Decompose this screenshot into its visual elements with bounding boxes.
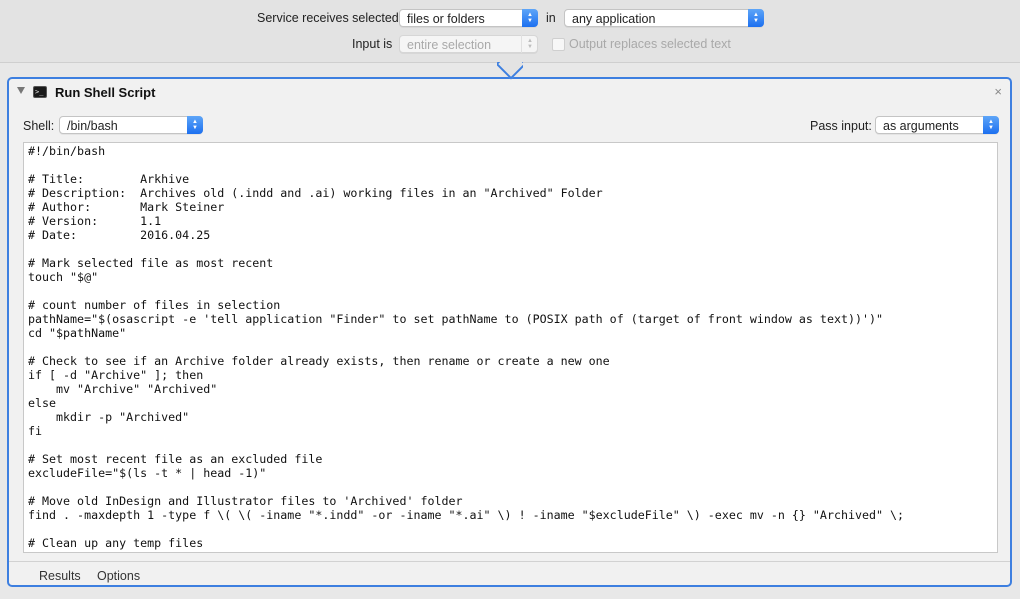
receives-label: Service receives selected <box>257 11 399 25</box>
script-text[interactable]: #!/bin/bash # Title: Arkhive # Descripti… <box>24 143 997 552</box>
shell-value: /bin/bash <box>67 119 118 133</box>
receives-type-value: files or folders <box>407 12 485 26</box>
pass-input-label: Pass input: <box>810 119 872 133</box>
receives-type-popup[interactable]: files or folders ▲ ▼ <box>399 9 538 27</box>
application-value: any application <box>572 12 656 26</box>
output-replaces-checkbox[interactable] <box>552 38 565 51</box>
popup-arrows-icon: ▲ ▼ <box>983 116 999 134</box>
results-button[interactable]: Results <box>39 569 81 583</box>
in-label: in <box>546 11 556 25</box>
popup-arrows-icon: ▲ ▼ <box>187 116 203 134</box>
options-button[interactable]: Options <box>97 569 140 583</box>
input-is-popup[interactable]: entire selection ▲ ▼ <box>399 35 538 53</box>
triangle-down-icon[interactable] <box>17 87 25 94</box>
close-icon[interactable]: × <box>994 84 1002 99</box>
script-editor[interactable]: #!/bin/bash # Title: Arkhive # Descripti… <box>23 142 998 553</box>
run-shell-script-action: >_ Run Shell Script × Shell: /bin/bash ▲… <box>7 77 1012 587</box>
input-is-value: entire selection <box>407 38 492 52</box>
input-is-label: Input is <box>352 37 393 51</box>
shell-popup[interactable]: /bin/bash ▲ ▼ <box>59 116 203 134</box>
application-popup[interactable]: any application ▲ ▼ <box>564 9 764 27</box>
popup-arrows-icon: ▲ ▼ <box>521 35 538 53</box>
shell-label: Shell: <box>23 119 55 133</box>
output-replaces-label: Output replaces selected text <box>569 37 731 51</box>
popup-arrows-icon: ▲ ▼ <box>748 9 764 27</box>
terminal-icon: >_ <box>33 86 47 98</box>
popup-arrows-icon: ▲ ▼ <box>522 9 538 27</box>
pass-input-value: as arguments <box>883 119 959 133</box>
pass-input-popup[interactable]: as arguments ▲ ▼ <box>875 116 999 134</box>
service-config-bar: Service receives selected files or folde… <box>0 0 1020 63</box>
connector-notch <box>497 62 523 80</box>
footer-divider <box>9 561 1010 562</box>
action-title: Run Shell Script <box>55 85 156 100</box>
action-header: >_ Run Shell Script × <box>9 79 1010 107</box>
